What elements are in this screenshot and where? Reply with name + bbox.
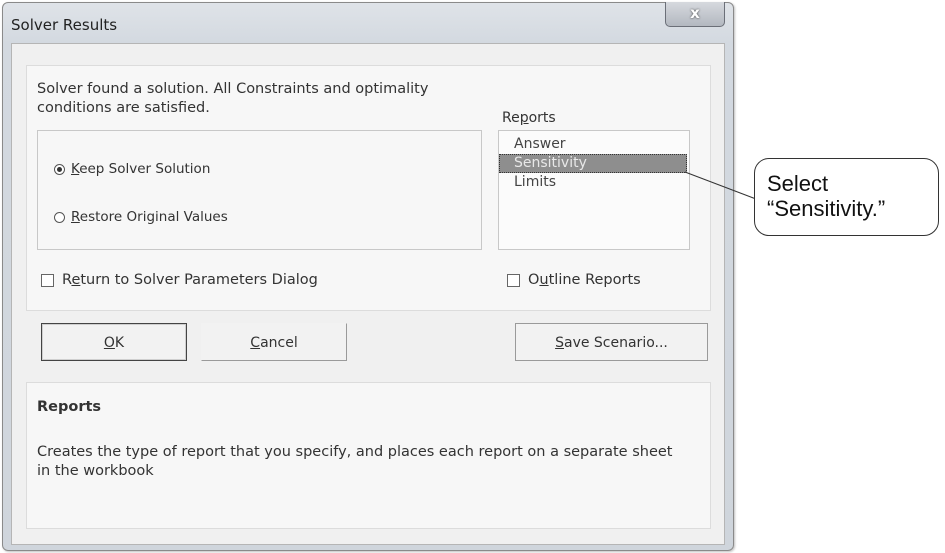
ok-button[interactable]: OK xyxy=(41,323,187,361)
close-button[interactable]: x xyxy=(665,2,725,27)
reports-label: Reports xyxy=(502,110,556,126)
title-bar: Solver Results x xyxy=(3,2,733,43)
cancel-button[interactable]: Cancel xyxy=(201,323,347,361)
annotation-callout: Select “Sensitivity.” xyxy=(754,158,939,236)
description-panel: Reports Creates the type of report that … xyxy=(26,382,711,529)
dialog-client-area: Solver found a solution. All Constraints… xyxy=(11,43,725,545)
return-to-solver-parameters-option[interactable]: Return to Solver Parameters Dialog xyxy=(41,272,318,288)
reports-listbox[interactable]: Answer Sensitivity Limits xyxy=(498,130,690,250)
solver-message: Solver found a solution. All Constraints… xyxy=(37,81,429,116)
solution-options-group: Keep Solver Solution Restore Original Va… xyxy=(37,130,482,250)
description-heading: Reports xyxy=(37,399,102,415)
keep-solver-solution-label: Keep Solver Solution xyxy=(71,161,211,177)
window-title: Solver Results xyxy=(11,16,118,34)
report-item-limits[interactable]: Limits xyxy=(499,173,687,192)
close-icon: x xyxy=(690,4,700,22)
result-panel: Solver found a solution. All Constraints… xyxy=(26,65,711,311)
checkbox-icon[interactable] xyxy=(41,273,54,287)
radio-selected-icon[interactable] xyxy=(54,163,65,175)
outline-reports-option[interactable]: Outline Reports xyxy=(507,272,641,288)
report-item-sensitivity[interactable]: Sensitivity xyxy=(499,154,687,173)
radio-unselected-icon[interactable] xyxy=(54,211,65,223)
report-item-answer[interactable]: Answer xyxy=(499,135,687,154)
callout-line-1: Select xyxy=(767,171,829,196)
checkbox-icon[interactable] xyxy=(507,273,520,287)
description-text: Creates the type of report that you spec… xyxy=(37,444,673,479)
save-scenario-button[interactable]: Save Scenario... xyxy=(515,323,708,361)
solver-results-dialog: Solver Results x Solver found a solution… xyxy=(2,2,734,551)
restore-original-values-label: Restore Original Values xyxy=(71,209,228,225)
keep-solver-solution-option[interactable]: Keep Solver Solution xyxy=(54,161,210,177)
outline-reports-label: Outline Reports xyxy=(528,272,641,288)
restore-original-values-option[interactable]: Restore Original Values xyxy=(54,209,228,225)
return-to-solver-parameters-label: Return to Solver Parameters Dialog xyxy=(62,272,318,288)
callout-line-2: “Sensitivity.” xyxy=(767,196,886,221)
